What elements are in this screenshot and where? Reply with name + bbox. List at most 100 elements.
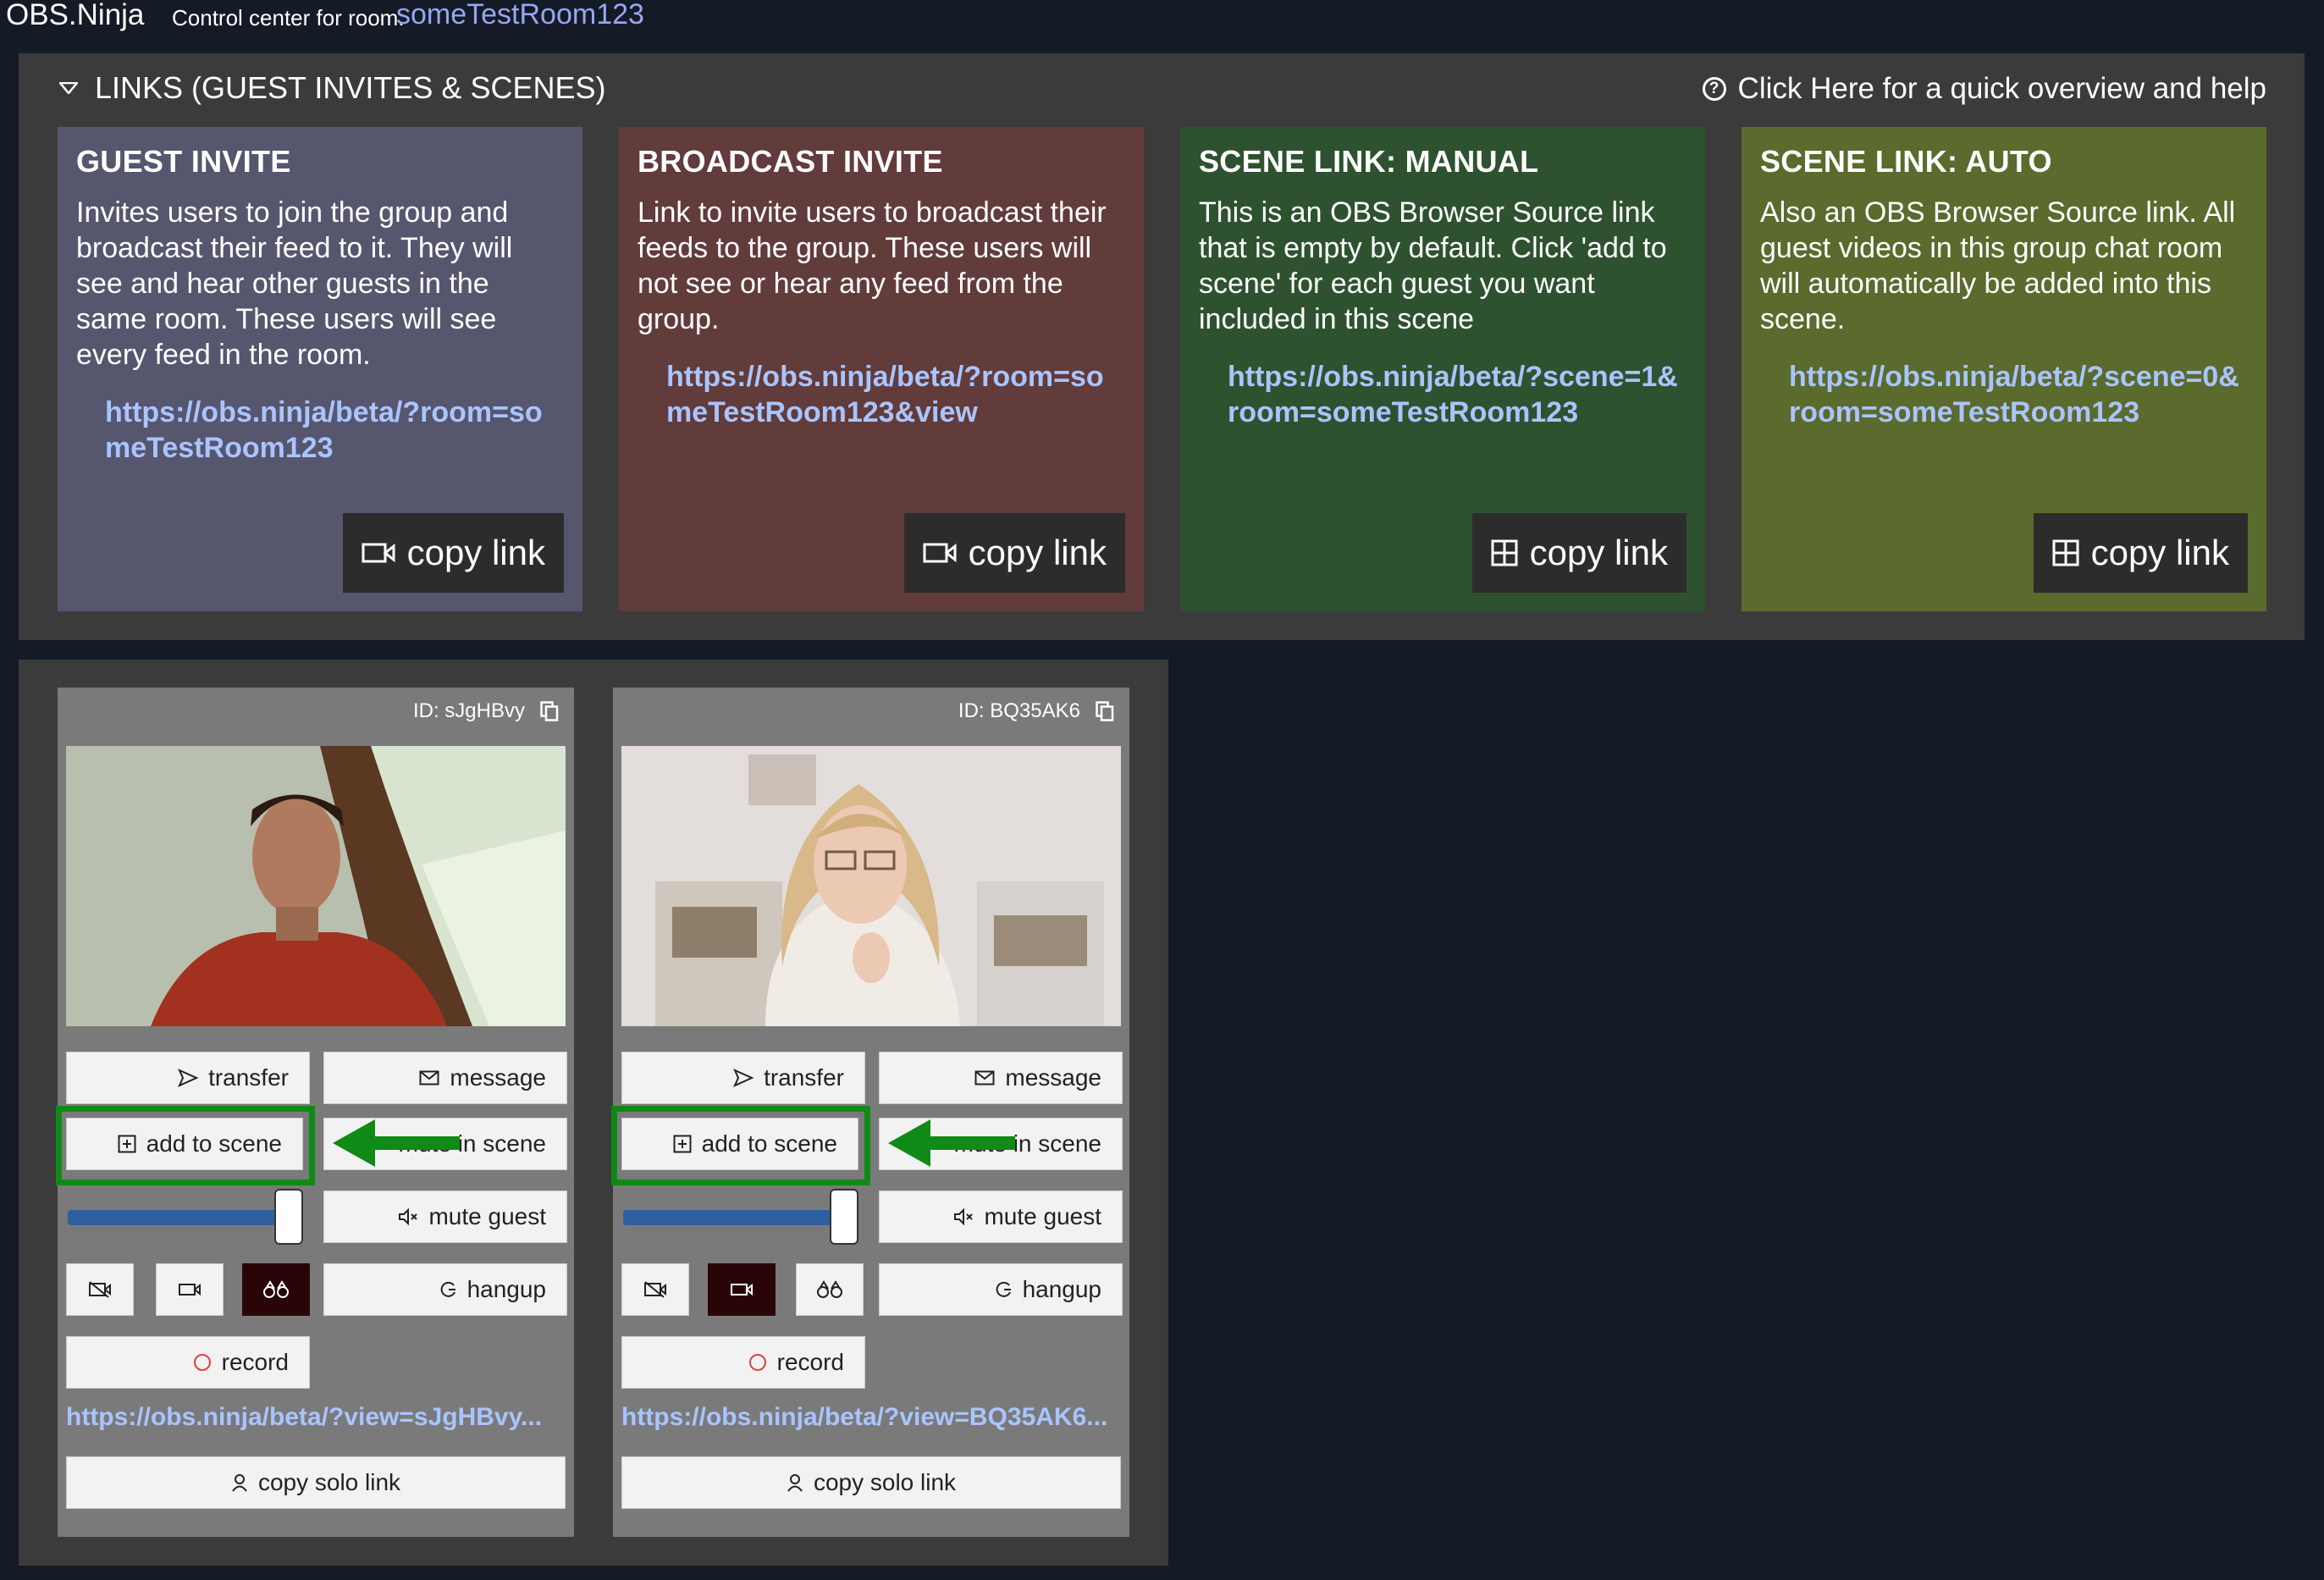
message-label: message (450, 1064, 546, 1091)
speaker-mute-icon (954, 1208, 974, 1225)
top-bar: OBS.Ninja Control center for room: someT… (0, 0, 2324, 34)
envelope-icon (419, 1070, 439, 1086)
hangup-button[interactable]: hangup (879, 1263, 1123, 1316)
hangup-button[interactable]: hangup (323, 1263, 567, 1316)
links-section-title: LINKS (GUEST INVITES & SCENES) (95, 70, 606, 105)
guest-video[interactable] (621, 746, 1121, 1026)
video-camera-icon (923, 543, 957, 563)
guest-video-frame (66, 746, 566, 1026)
mute-guest-label: mute guest (984, 1203, 1101, 1229)
volume-slider-track[interactable] (68, 1210, 291, 1225)
guest-id: ID: BQ35AK6 (958, 699, 1114, 723)
card-description: This is an OBS Browser Source link that … (1199, 196, 1667, 335)
card-title: GUEST INVITE (76, 144, 291, 179)
record-icon (193, 1354, 211, 1371)
record-icon (748, 1354, 766, 1371)
copy-link-label: copy link (2090, 533, 2229, 572)
help-text: Click Here for a quick overview and help (1737, 72, 2266, 105)
plus-square-icon (673, 1135, 692, 1153)
guest-invite-card: GUEST INVITE Invites users to join the g… (58, 127, 582, 611)
user-icon (787, 1474, 803, 1492)
grid-icon (1491, 539, 1518, 566)
room-name: someTestRoom123 (396, 0, 644, 30)
copy-link-label: copy link (1529, 533, 1668, 572)
copy-scene-manual-button[interactable]: copy link (1471, 513, 1686, 593)
video-off-button[interactable] (66, 1263, 134, 1316)
copy-solo-link-button[interactable]: copy solo link (66, 1456, 566, 1509)
binoculars-button[interactable] (796, 1263, 864, 1316)
copy-link-label: copy link (968, 533, 1107, 572)
video-off-button[interactable] (621, 1263, 689, 1316)
envelope-icon (974, 1070, 995, 1086)
video-off-icon (644, 1281, 666, 1298)
record-label: record (776, 1349, 844, 1375)
guest-id: ID: sJgHBvy (413, 699, 559, 723)
copy-solo-link-label: copy solo link (813, 1469, 957, 1495)
control-center-label: Control center for room: (172, 5, 405, 30)
transfer-label: transfer (208, 1064, 289, 1091)
binoculars-button[interactable] (242, 1263, 310, 1316)
user-icon (232, 1474, 247, 1492)
broadcast-invite-link[interactable]: https://obs.ninja/beta/?room=someTestRoo… (666, 359, 1125, 430)
copy-icon[interactable] (540, 701, 559, 721)
copy-guest-invite-button[interactable]: copy link (342, 513, 564, 593)
card-description: Also an OBS Browser Source link. All gue… (1760, 196, 2236, 335)
solo-link-url[interactable]: https://obs.ninja/beta/?view=BQ35AK6... (621, 1403, 1125, 1432)
guest-invite-link[interactable]: https://obs.ninja/beta/?room=someTestRoo… (105, 395, 564, 466)
scene-manual-card: SCENE LINK: MANUAL This is an OBS Browse… (1180, 127, 1705, 611)
binoculars-icon (263, 1280, 289, 1298)
guest-video[interactable] (66, 746, 566, 1026)
card-title: SCENE LINK: AUTO (1760, 144, 2052, 179)
video-button[interactable] (156, 1263, 224, 1316)
volume-slider-thumb[interactable] (830, 1189, 858, 1245)
help-link[interactable]: ? Click Here for a quick overview and he… (1702, 72, 2266, 106)
transfer-button[interactable]: transfer (621, 1052, 865, 1104)
mute-guest-label: mute guest (428, 1203, 546, 1229)
scene-manual-link[interactable]: https://obs.ninja/beta/?scene=1&room=som… (1228, 359, 1686, 430)
hangup-label: hangup (466, 1276, 546, 1302)
scene-auto-card: SCENE LINK: AUTO Also an OBS Browser Sou… (1742, 127, 2266, 611)
copy-link-label: copy link (406, 533, 545, 572)
message-button[interactable]: message (323, 1052, 567, 1104)
video-camera-icon (731, 1283, 753, 1296)
help-icon: ? (1702, 77, 1726, 101)
send-icon (178, 1069, 199, 1087)
guest-id-label: ID: BQ35AK6 (958, 699, 1080, 722)
binoculars-icon (817, 1280, 842, 1298)
solo-link-url[interactable]: https://obs.ninja/beta/?view=sJgHBvy... (66, 1403, 570, 1432)
brand-logo: OBS.Ninja (6, 0, 145, 31)
green-arrow-icon (333, 1119, 460, 1167)
add-to-scene-button[interactable]: add to scene (66, 1118, 303, 1170)
copy-broadcast-invite-button[interactable]: copy link (903, 513, 1125, 593)
record-label: record (221, 1349, 289, 1375)
links-section-toggle[interactable]: LINKS (GUEST INVITES & SCENES) (59, 70, 605, 106)
send-icon (733, 1069, 754, 1087)
copy-scene-auto-button[interactable]: copy link (2033, 513, 2248, 593)
hangup-icon (440, 1281, 455, 1297)
video-button[interactable] (708, 1263, 776, 1316)
guest-id-label: ID: sJgHBvy (412, 699, 525, 722)
add-to-scene-button[interactable]: add to scene (621, 1118, 858, 1170)
hangup-label: hangup (1022, 1276, 1101, 1302)
copy-icon[interactable] (1096, 701, 1114, 721)
scene-auto-link[interactable]: https://obs.ninja/beta/?scene=0&room=som… (1789, 359, 2248, 430)
broadcast-invite-card: BROADCAST INVITE Link to invite users to… (619, 127, 1144, 611)
transfer-button[interactable]: transfer (66, 1052, 310, 1104)
plus-square-icon (118, 1135, 136, 1153)
add-to-scene-label: add to scene (146, 1130, 282, 1157)
card-description: Link to invite users to broadcast their … (638, 196, 1107, 335)
message-button[interactable]: message (879, 1052, 1123, 1104)
card-description: Invites users to join the group and broa… (76, 196, 513, 371)
mute-guest-button[interactable]: mute guest (879, 1191, 1123, 1243)
record-button[interactable]: record (66, 1336, 310, 1389)
copy-solo-link-button[interactable]: copy solo link (621, 1456, 1121, 1509)
mute-guest-button[interactable]: mute guest (323, 1191, 567, 1243)
volume-slider-track[interactable] (623, 1210, 847, 1225)
speaker-mute-icon (399, 1208, 418, 1225)
video-camera-icon (362, 543, 395, 563)
hangup-icon (996, 1281, 1011, 1297)
volume-slider-thumb[interactable] (274, 1189, 303, 1245)
record-button[interactable]: record (621, 1336, 865, 1389)
message-label: message (1005, 1064, 1101, 1091)
transfer-label: transfer (764, 1064, 844, 1091)
